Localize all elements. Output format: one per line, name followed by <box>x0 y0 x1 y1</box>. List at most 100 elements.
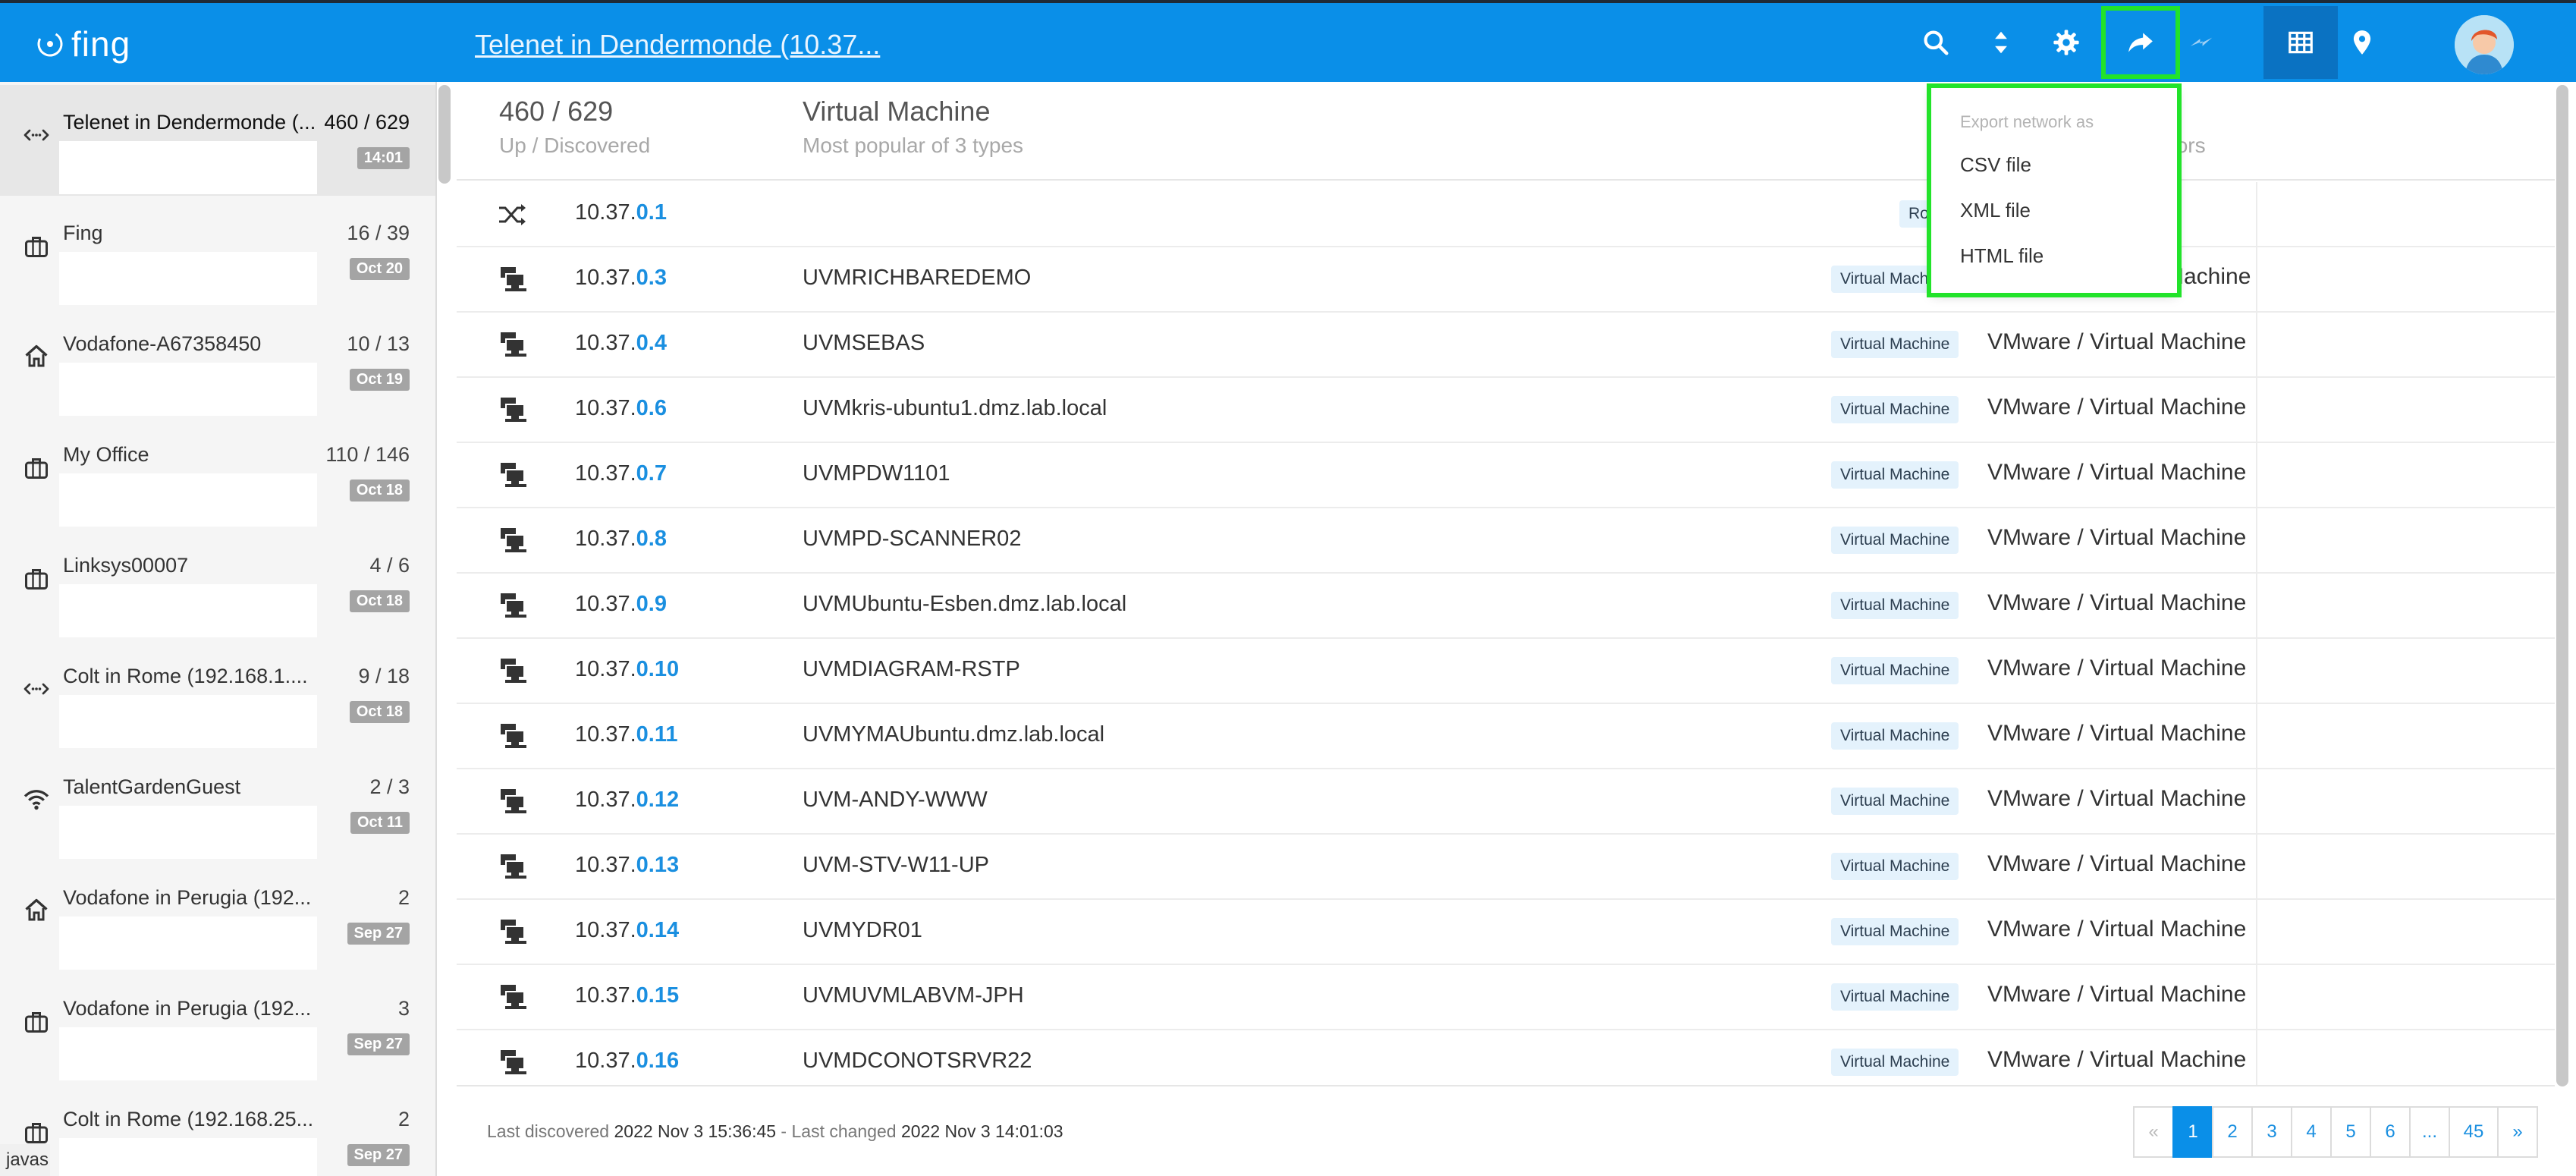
sidebar-network-item[interactable]: Vodafone-A67358450 10 / 13 Oct 19 <box>0 307 435 417</box>
page-3[interactable]: 3 <box>2251 1106 2292 1158</box>
device-row[interactable]: 10.37.0.6 UVMkris-ubuntu1.dmz.lab.local Vi… <box>457 378 2555 443</box>
discovery-info: Last discovered 2022 Nov 3 15:36:45 - La… <box>487 1121 1063 1142</box>
export-csv-option[interactable]: CSV file <box>1960 153 2031 177</box>
ip-suffix: 0.3 <box>636 266 667 290</box>
sidebar-network-item[interactable]: Linksys00007 4 / 6 Oct 18 <box>0 528 435 639</box>
ip-prefix: 10.37. <box>575 722 636 747</box>
pagination-prev[interactable]: « <box>2133 1106 2174 1158</box>
page-4[interactable]: 4 <box>2291 1106 2332 1158</box>
user-avatar[interactable] <box>2455 15 2514 74</box>
network-date-badge: Oct 20 <box>349 258 410 280</box>
ip-suffix: 0.15 <box>636 983 680 1008</box>
network-device-count: 460 / 629 <box>324 111 410 134</box>
device-row[interactable]: 10.37.0.10 UVMDIAGRAM-RSTP Virtual Machine… <box>457 639 2555 704</box>
ip-prefix: 10.37. <box>575 657 636 681</box>
top-type-caption: Most popular of 3 types <box>803 134 1024 157</box>
sidebar-network-item[interactable]: Fing 16 / 39 Oct 20 <box>0 196 435 307</box>
device-type-badge: Virtual Machine <box>1831 592 1959 619</box>
sort-button[interactable] <box>1977 6 2025 79</box>
network-date-badge: Sep 27 <box>347 1144 410 1166</box>
column-divider <box>2256 443 2257 508</box>
network-preview <box>59 806 317 859</box>
page-2[interactable]: 2 <box>2212 1106 2253 1158</box>
logo-text: fing <box>71 24 131 64</box>
device-type-badge: Virtual Machine <box>1831 396 1959 423</box>
device-row[interactable]: 10.37.0.9 UVMUbuntu-Esben.dmz.lab.local Vi… <box>457 574 2555 639</box>
device-ip: 10.37.0.12 <box>575 788 679 813</box>
export-xml-option[interactable]: XML file <box>1960 199 2031 222</box>
ip-suffix: 0.7 <box>636 461 667 486</box>
device-row[interactable]: 10.37.0.4 UVMSEBAS Virtual Machine VMware /… <box>457 313 2555 378</box>
device-count-value: 460 / 629 <box>499 96 614 127</box>
pagination-next[interactable]: » <box>2497 1106 2538 1158</box>
last-discovered-value: 2022 Nov 3 15:36:45 <box>614 1121 777 1141</box>
status-bar-text: javas <box>0 1144 50 1176</box>
sort-icon <box>1995 31 2007 54</box>
device-type-badge: Virtual Machine <box>1831 1049 1959 1076</box>
column-divider <box>2256 965 2257 1030</box>
page-45[interactable]: 45 <box>2449 1106 2499 1158</box>
device-type-badge: Virtual Machine <box>1831 983 1959 1011</box>
network-name: Vodafone in Perugia (192... <box>63 997 312 1020</box>
device-vendor: VMware / Virtual Machine <box>1987 525 2247 550</box>
export-menu-header: Export network as <box>1960 112 2094 131</box>
device-row[interactable]: 10.37.0.11 UVMYMAUbuntu.dmz.lab.local Virt… <box>457 704 2555 769</box>
router-icon <box>496 200 528 229</box>
sidebar-network-item[interactable]: Colt in Rome (192.168.25... 2 Sep 27 <box>0 1082 435 1176</box>
device-vendor: VMware / Virtual Machine <box>1987 786 2247 811</box>
sidebar-network-item[interactable]: Colt in Rome (192.168.1.... 9 / 18 Oct 18 <box>0 639 435 750</box>
device-row[interactable]: 10.37.0.3 UVMRICHBAREDEMO Virtual Mach Mach… <box>457 247 2555 313</box>
device-row[interactable]: 10.37.0.8 UVMPD-SCANNER02 Virtual Machine V… <box>457 508 2555 574</box>
computer-icon <box>496 1049 528 1077</box>
sidebar-network-item[interactable]: Vodafone in Perugia (192... 2 Sep 27 <box>0 860 435 971</box>
ip-suffix: 0.11 <box>636 722 678 747</box>
device-type-badge: Virtual Machine <box>1831 657 1959 684</box>
sidebar-scrollbar[interactable] <box>438 85 451 184</box>
table-view-button[interactable] <box>2263 6 2338 79</box>
ip-prefix: 10.37. <box>575 200 636 225</box>
network-preview <box>59 473 317 527</box>
search-button[interactable] <box>1912 6 1960 79</box>
settings-button[interactable] <box>2042 6 2091 79</box>
share-export-button[interactable] <box>2101 6 2180 79</box>
page-1[interactable]: 1 <box>2172 1106 2213 1158</box>
briefcase-icon <box>23 454 50 481</box>
network-preview <box>59 252 317 305</box>
device-row[interactable]: 10.37.0.13 UVM-STV-W11-UP Virtual Machine V… <box>457 835 2555 900</box>
ip-suffix: 0.6 <box>636 396 667 420</box>
main-scrollbar[interactable] <box>2556 85 2568 1086</box>
map-view-button[interactable] <box>2338 6 2386 79</box>
device-hostname: UVM-ANDY-WWW <box>803 788 988 812</box>
device-ip: 10.37.0.14 <box>575 918 679 943</box>
sidebar-network-item[interactable]: Telenet in Dendermonde (... 460 / 629 14:0… <box>0 85 435 196</box>
page-5[interactable]: 5 <box>2330 1106 2371 1158</box>
flash-button[interactable] <box>2177 6 2226 79</box>
column-divider <box>2256 508 2257 574</box>
ip-prefix: 10.37. <box>575 266 636 290</box>
export-html-option[interactable]: HTML file <box>1960 244 2044 268</box>
fing-logo[interactable]: fing <box>35 23 130 65</box>
sidebar-network-item[interactable]: TalentGardenGuest 2 / 3 Oct 11 <box>0 750 435 860</box>
sidebar-network-item[interactable]: My Office 110 / 146 Oct 18 <box>0 417 435 528</box>
device-row[interactable]: 10.37.0.15 UVMUVMLABVM-JPH Virtual Machine… <box>457 965 2555 1030</box>
sidebar-network-item[interactable]: Vodafone in Perugia (192... 3 Sep 27 <box>0 971 435 1082</box>
network-name: Telenet in Dendermonde (... <box>63 111 316 134</box>
network-name: Vodafone-A67358450 <box>63 332 262 355</box>
network-device-count: 2 <box>397 1108 410 1130</box>
network-title-link[interactable]: Telenet in Dendermonde (10.37... <box>475 29 880 61</box>
network-device-count: 110 / 146 <box>325 443 410 466</box>
page-6[interactable]: 6 <box>2370 1106 2411 1158</box>
device-row[interactable]: 10.37.0.14 UVMYDR01 Virtual Machine VMware … <box>457 900 2555 965</box>
device-row[interactable]: 10.37.0.7 UVMPDW1101 Virtual Machine VMware… <box>457 443 2555 508</box>
computer-icon <box>496 657 528 686</box>
device-vendor: VMware / Virtual Machine <box>1987 851 2247 876</box>
device-vendor: VMware / Virtual Machine <box>1987 656 2247 681</box>
device-vendor: VMware / Virtual Machine <box>1987 590 2247 615</box>
briefcase-icon <box>23 1008 50 1035</box>
network-preview <box>59 1138 317 1176</box>
column-divider <box>2256 639 2257 704</box>
device-row[interactable]: 10.37.0.12 UVM-ANDY-WWW Virtual Machine VMw… <box>457 769 2555 835</box>
device-row[interactable]: 10.37.0.1 Rou <box>457 182 2555 247</box>
device-hostname: UVMUbuntu-Esben.dmz.lab.local <box>803 592 1127 616</box>
network-date-badge: Sep 27 <box>347 1033 410 1055</box>
